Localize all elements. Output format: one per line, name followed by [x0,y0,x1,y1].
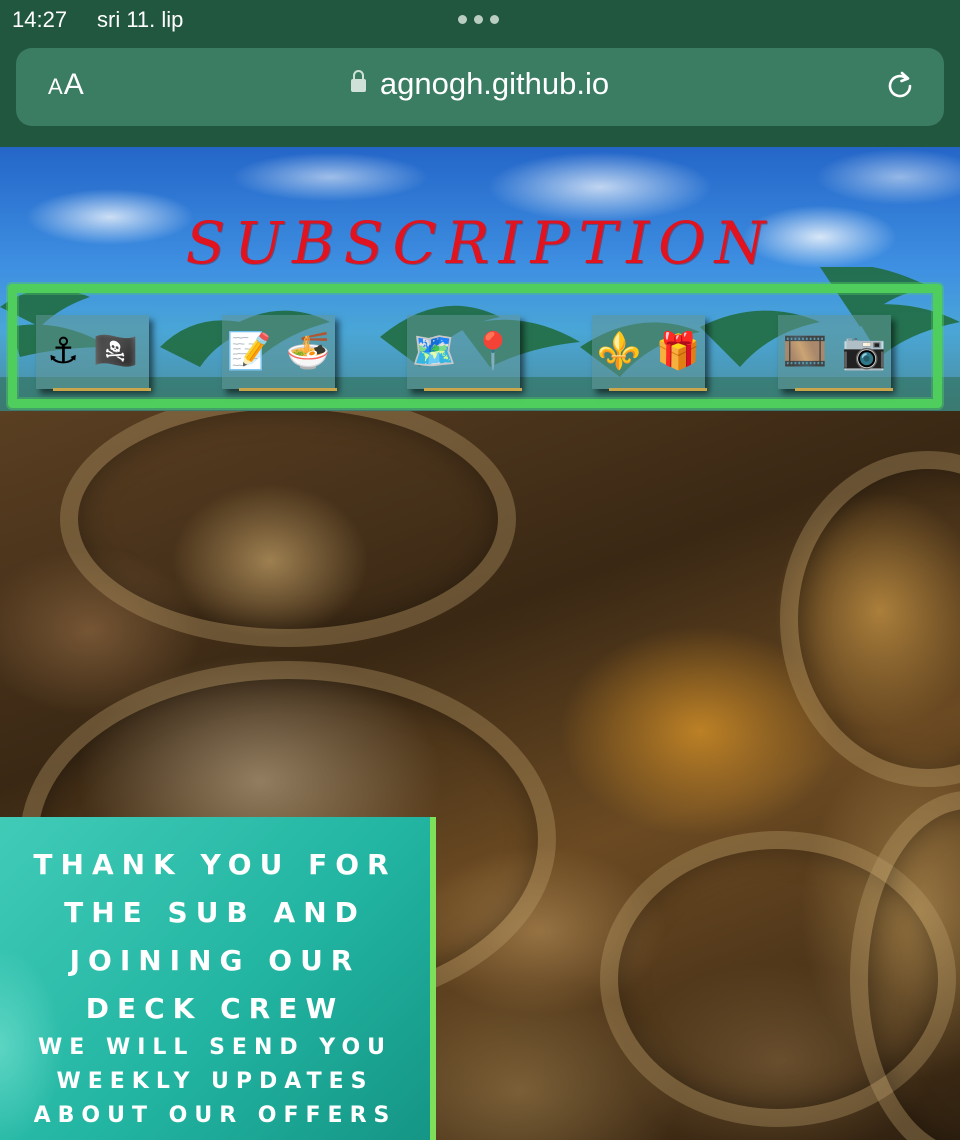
url-display[interactable]: agnogh.github.io [16,66,944,102]
memo-icon: 📝 [226,331,272,372]
anchor-icon: ⚓ [46,331,80,372]
pirate-flag-icon: 🏴‍☠️ [93,331,139,372]
thank-you-title: THANK YOU FOR THE SUB AND JOINING OUR DE… [33,848,397,1025]
pin-icon: 📍 [470,331,516,372]
noodle-bowl-icon: 🍜 [285,331,331,372]
address-bar[interactable]: AA agnogh.github.io [16,48,944,126]
more-dots-icon[interactable] [458,15,499,24]
lock-icon [350,70,366,92]
map-icon: 🗺️ [411,331,457,372]
thank-you-subtitle: WE WILL SEND YOU WEEKLY UPDATES ABOUT OU… [33,1035,397,1128]
gift-icon: 🎁 [655,331,701,372]
status-bar: 14:27 sri 11. lip [0,0,960,42]
thank-you-card: THANK YOU FOR THE SUB AND JOINING OUR DE… [0,817,436,1140]
web-page: SUBSCRIPTION ⚓ 🏴‍☠️ 📝 🍜 🗺️ 📍 ⚜️ 🎁 🎞️ 📷 T… [0,147,960,1140]
reload-icon[interactable] [882,68,918,104]
nav-button-film-camera[interactable]: 🎞️ 📷 [778,315,893,391]
nav-button-fleur-de-lis-gift[interactable]: ⚜️ 🎁 [592,315,707,391]
nav-button-anchor-pirate-flag[interactable]: ⚓ 🏴‍☠️ [36,315,151,391]
fleur-de-lis-icon: ⚜️ [596,331,642,372]
url-text: agnogh.github.io [379,66,610,101]
film-icon: 🎞️ [782,331,828,372]
page-title: SUBSCRIPTION [185,209,775,277]
nav-button-map-pin[interactable]: 🗺️ 📍 [407,315,522,391]
browser-toolbar: AA agnogh.github.io [0,42,960,147]
camera-icon: 📷 [841,331,887,372]
status-date: sri 11. lip [97,7,184,32]
nav-button-memo-food[interactable]: 📝 🍜 [222,315,337,391]
status-time: 14:27 [12,7,68,32]
